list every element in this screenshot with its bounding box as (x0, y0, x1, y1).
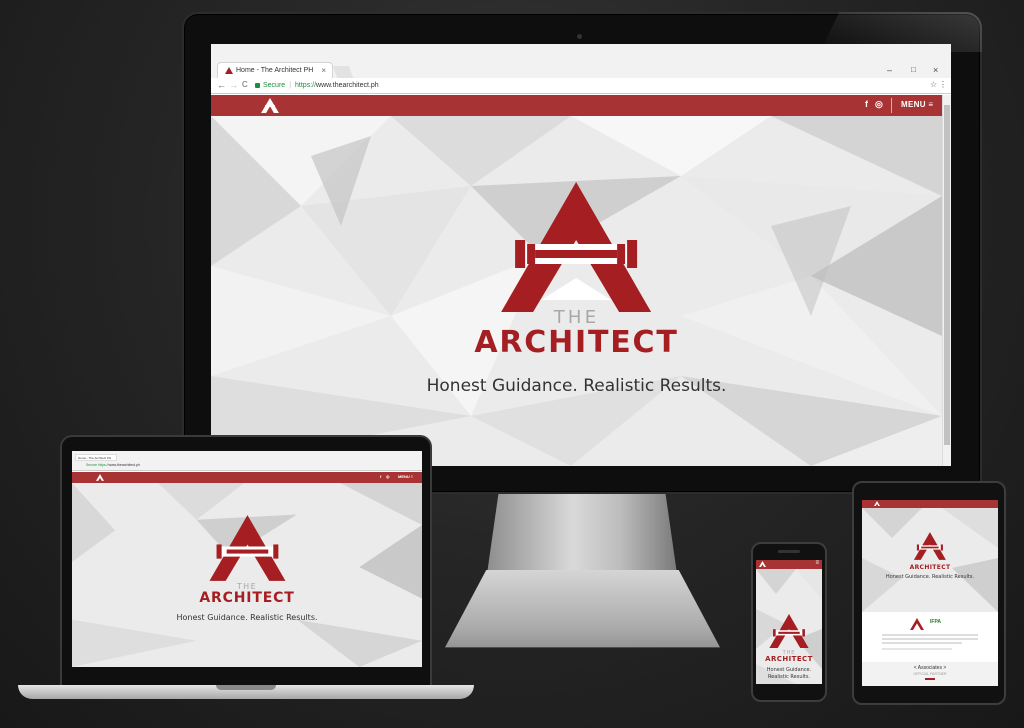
tablet-partner-badge: IFPA (930, 619, 942, 625)
facebook-icon[interactable]: f (865, 99, 868, 109)
phone-site-header: ≡ (756, 560, 822, 569)
url-field[interactable]: Secure | https://www.thearchitect.ph (255, 80, 925, 92)
browser-menu-icon[interactable]: ⋮ (939, 80, 947, 89)
dumbbell-logo-icon (501, 182, 652, 312)
tablet-about-section: IFPA (862, 612, 998, 662)
tablet-site-header (862, 500, 998, 508)
laptop-brand-logo: THE ARCHITECT Honest Guidance. Realistic… (176, 515, 318, 622)
instagram-icon[interactable]: ◎ (875, 99, 883, 110)
reload-icon[interactable]: C (242, 80, 248, 89)
laptop-browser-chrome: Home - The Architect PH Secure https://w… (72, 451, 422, 471)
laptop-screen: Home - The Architect PH Secure https://w… (72, 451, 422, 667)
laptop-brand-name: ARCHITECT (199, 590, 295, 606)
url-scheme: https:// (295, 82, 317, 89)
tablet-hero: ARCHITECT Honest Guidance. Realistic Res… (862, 508, 998, 612)
tablet-associates-section: < Associates > OFFICIAL PARTNER (862, 662, 998, 686)
tablet-tagline: Honest Guidance. Realistic Results. (885, 574, 975, 580)
laptop-header-logo-icon (96, 474, 104, 481)
tablet-header-logo-icon (874, 501, 880, 506)
brand-logo: THE ARCHITECT Honest Guidance. Realistic… (426, 182, 727, 396)
phone-speaker (778, 550, 800, 553)
phone-brand-logo: THE ARCHITECT Honest Guidance. Realistic… (760, 614, 818, 680)
laptop-dumbbell-logo-icon (208, 515, 285, 581)
imac-screen: Home - The Architect PH × – □ × ← → C Se… (211, 44, 951, 466)
tab-title: Home - The Architect PH (236, 67, 314, 74)
browser-tab[interactable]: Home - The Architect PH × (217, 62, 333, 78)
browser-tab-bar: Home - The Architect PH × – □ × (211, 44, 951, 78)
url-host: www.thearchitect.ph (316, 82, 379, 89)
lock-icon (255, 83, 260, 88)
site-header: f ◎ MENU ≡ (211, 95, 942, 116)
header-logo-icon[interactable] (261, 98, 279, 113)
close-window-icon[interactable]: × (933, 65, 938, 75)
maximize-icon[interactable]: □ (911, 65, 916, 74)
tablet-dumbbell-logo-icon (913, 532, 946, 560)
phone-screen: ≡ THE ARCHITECT Honest Guidance. Realist… (756, 560, 822, 684)
favicon-icon (225, 67, 233, 74)
tablet-associates-label[interactable]: < Associates > (862, 665, 998, 671)
tab-close-icon[interactable]: × (321, 66, 326, 75)
tablet-brand-logo: ARCHITECT Honest Guidance. Realistic Res… (886, 532, 974, 580)
back-icon[interactable]: ← (217, 80, 226, 90)
phone-menu-icon[interactable]: ≡ (815, 560, 819, 566)
hero-section: THE ARCHITECT Honest Guidance. Realistic… (211, 116, 942, 466)
laptop-url-host: www.thearchitect.ph (108, 463, 140, 467)
imac-stand-foot (445, 570, 720, 648)
laptop-instagram-icon[interactable]: ◎ (386, 474, 390, 479)
phone-hero: THE ARCHITECT Honest Guidance. Realistic… (756, 569, 822, 684)
brand-name: ARCHITECT (474, 325, 679, 360)
laptop-url-scheme: https:// (98, 463, 109, 467)
phone-header-logo-icon (759, 561, 766, 567)
tablet-official-partner: OFFICIAL PARTNER (913, 672, 947, 676)
new-tab-button[interactable] (332, 66, 354, 78)
phone-brand-name: ARCHITECT (765, 655, 813, 663)
phone-dumbbell-logo-icon (769, 614, 809, 648)
laptop-hero: THE ARCHITECT Honest Guidance. Realistic… (72, 483, 422, 667)
laptop-site-header: f ◎ MENU ≡ (72, 472, 422, 483)
tablet-about-logo-icon (910, 618, 924, 630)
laptop-tab-title: Home - The Architect PH (75, 454, 117, 461)
minimize-icon[interactable]: – (887, 65, 892, 75)
tagline: Honest Guidance. Realistic Results. (426, 376, 727, 396)
imac-stand-neck (487, 494, 677, 574)
menu-button[interactable]: MENU ≡ (901, 100, 933, 109)
imac-camera (577, 34, 582, 39)
address-bar: ← → C Secure | https://www.thearchitect.ph… (211, 78, 951, 94)
forward-icon[interactable]: → (229, 80, 238, 90)
secure-label: Secure (263, 82, 286, 89)
laptop-tagline: Honest Guidance. Realistic Results. (176, 613, 318, 622)
scroll-thumb[interactable] (944, 105, 950, 445)
scrollbar[interactable] (942, 95, 951, 466)
phone-tagline: Honest Guidance. Realistic Results. (766, 667, 812, 680)
star-icon[interactable]: ☆ (930, 80, 937, 89)
header-divider (891, 98, 892, 113)
tablet-brand-name: ARCHITECT (909, 564, 951, 571)
laptop-menu-button[interactable]: MENU ≡ (398, 474, 413, 479)
laptop-facebook-icon[interactable]: f (380, 474, 381, 479)
tablet-screen: ARCHITECT Honest Guidance. Realistic Res… (862, 500, 998, 686)
laptop-notch (216, 685, 276, 690)
laptop-secure-label: Secure (86, 463, 98, 467)
